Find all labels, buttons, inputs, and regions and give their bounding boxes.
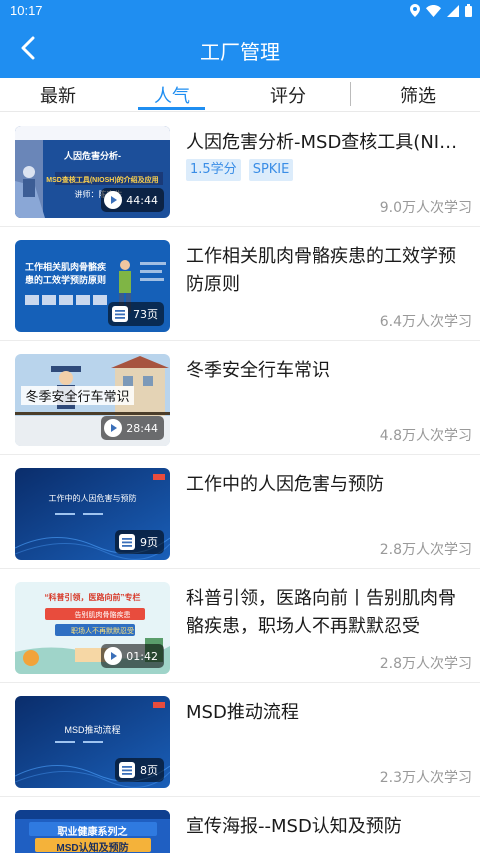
tab-latest[interactable]: 最新 bbox=[8, 78, 108, 112]
list-item[interactable]: MSD推动流程 8页 MSD推动流程 2.3万人次学习 bbox=[0, 683, 480, 797]
play-icon bbox=[104, 191, 123, 209]
course-thumbnail: “科普引领，医路向前”专栏 告别肌肉骨骼疾患 职场人不再默默忍受 01:42 bbox=[15, 582, 170, 674]
document-icon bbox=[118, 761, 136, 779]
battery-icon bbox=[465, 4, 472, 17]
wifi-icon bbox=[426, 4, 441, 17]
badge-text: 8页 bbox=[140, 764, 158, 777]
item-title: 人因危害分析-MSD查核工具(NIOSH)的介绍及应用 bbox=[186, 132, 470, 153]
tab-bar: 最新 人气 评分 筛选 bbox=[0, 78, 480, 112]
badge-text: 73页 bbox=[133, 308, 158, 321]
active-tab-indicator bbox=[138, 107, 205, 110]
duration-badge: 01:42 bbox=[101, 644, 164, 668]
page-count-badge: 73页 bbox=[108, 302, 164, 326]
status-bar: 10:17 bbox=[0, 0, 480, 22]
location-icon bbox=[410, 4, 420, 17]
list-item[interactable]: 工作中的人因危害与预防 9页 工作中的人因危害与预防 2.8万人次学习 bbox=[0, 455, 480, 569]
play-icon bbox=[104, 647, 123, 665]
thumb-line: 职业健康系列之 bbox=[57, 827, 128, 838]
learner-count: 6.4万人次学习 bbox=[379, 314, 472, 330]
thumb-line: MSD推动流程 bbox=[64, 725, 121, 735]
app-header: 工厂管理 bbox=[0, 22, 480, 78]
list-item[interactable]: 人因危害分析- MSD查核工具(NIOSH)的介绍及应用 讲师：陈官生 44:4… bbox=[0, 113, 480, 227]
learner-count: 9.0万人次学习 bbox=[379, 200, 472, 216]
course-thumbnail: 工作相关肌肉骨骼疾 患的工效学预防原则 73页 bbox=[15, 240, 170, 332]
course-thumbnail: 冬季安全行车常识 28:44 bbox=[15, 354, 170, 446]
credit-tag: 1.5学分 bbox=[186, 159, 241, 181]
tab-divider bbox=[350, 82, 351, 106]
item-title: MSD推动流程 bbox=[186, 702, 299, 723]
tab-rating[interactable]: 评分 bbox=[238, 78, 338, 112]
status-icons bbox=[410, 4, 472, 17]
list-item[interactable]: 职业健康系列之 MSD认知及预防 宣传海报--MSD认知及预防 bbox=[0, 797, 480, 853]
thumb-line: “科普引领，医路向前”专栏 bbox=[44, 593, 141, 602]
tab-filter[interactable]: 筛选 bbox=[368, 78, 468, 112]
badge-text: 28:44 bbox=[126, 421, 158, 435]
page-title: 工厂管理 bbox=[200, 40, 280, 64]
document-icon bbox=[118, 533, 136, 551]
play-icon bbox=[104, 419, 123, 437]
page-count-badge: 8页 bbox=[115, 758, 164, 782]
source-tag: SPKIE bbox=[248, 159, 294, 181]
item-title: 宣传海报--MSD认知及预防 bbox=[186, 816, 402, 837]
list-item[interactable]: “科普引领，医路向前”专栏 告别肌肉骨骼疾患 职场人不再默默忍受 01:42 科… bbox=[0, 569, 480, 683]
duration-badge: 28:44 bbox=[101, 416, 164, 440]
thumb-line: 告别肌肉骨骼疾患 bbox=[74, 612, 131, 619]
thumb-line: MSD认知及预防 bbox=[56, 843, 129, 853]
course-thumbnail: 工作中的人因危害与预防 9页 bbox=[15, 468, 170, 560]
thumb-line: MSD查核工具(NIOSH)的介绍及应用 bbox=[46, 177, 159, 184]
item-title: 工作中的人因危害与预防 bbox=[186, 474, 384, 495]
list-item[interactable]: 冬季安全行车常识 28:44 冬季安全行车常识 4.8万人次学习 bbox=[0, 341, 480, 455]
badge-text: 44:44 bbox=[126, 193, 158, 207]
duration-badge: 44:44 bbox=[101, 188, 164, 212]
signal-icon bbox=[447, 4, 459, 17]
course-thumbnail: 职业健康系列之 MSD认知及预防 bbox=[15, 810, 170, 853]
item-title: 科普引领，医路向前丨告别肌肉骨骼疾患，职场人不再默默忍受 bbox=[186, 588, 456, 637]
badge-text: 01:42 bbox=[126, 649, 158, 663]
thumb-line: 冬季安全行车常识 bbox=[21, 386, 134, 405]
badge-text: 9页 bbox=[140, 536, 158, 549]
thumb-line: 人因危害分析- bbox=[64, 151, 121, 161]
item-title: 工作相关肌肉骨骼疾患的工效学预防原则 bbox=[186, 246, 456, 295]
learner-count: 4.8万人次学习 bbox=[379, 428, 472, 444]
thumb-line: 工作相关肌肉骨骼疾 bbox=[24, 262, 106, 272]
item-title: 冬季安全行车常识 bbox=[186, 360, 330, 381]
thumb-line: 患的工效学预防原则 bbox=[24, 275, 106, 285]
status-time: 10:17 bbox=[10, 3, 43, 18]
learner-count: 2.3万人次学习 bbox=[379, 770, 472, 786]
tag-list: 1.5学分 SPKIE bbox=[186, 159, 294, 181]
course-thumbnail: 人因危害分析- MSD查核工具(NIOSH)的介绍及应用 讲师：陈官生 44:4… bbox=[15, 126, 170, 218]
list-item[interactable]: 工作相关肌肉骨骼疾 患的工效学预防原则 73页 工作相关肌肉骨骼疾患的工效学预防… bbox=[0, 227, 480, 341]
learner-count: 2.8万人次学习 bbox=[379, 542, 472, 558]
thumb-line: 职场人不再默默忍受 bbox=[71, 628, 134, 635]
learner-count: 2.8万人次学习 bbox=[379, 656, 472, 672]
course-thumbnail: MSD推动流程 8页 bbox=[15, 696, 170, 788]
thumb-line: 工作中的人因危害与预防 bbox=[48, 494, 137, 503]
page-count-badge: 9页 bbox=[115, 530, 164, 554]
document-icon bbox=[111, 305, 129, 323]
